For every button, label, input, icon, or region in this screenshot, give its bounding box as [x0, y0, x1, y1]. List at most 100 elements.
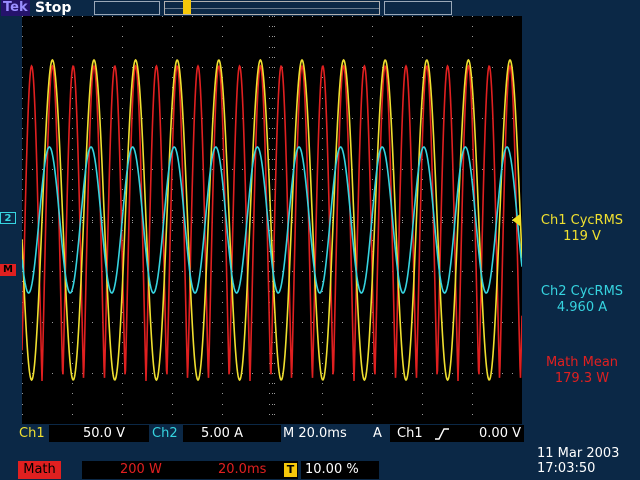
graticule-dot — [269, 26, 270, 27]
graticule-dot — [112, 169, 113, 170]
graticule-dot — [502, 322, 503, 323]
graticule-dot — [452, 217, 453, 218]
graticule-dot — [362, 16, 363, 17]
graticule-dot — [274, 169, 275, 170]
math-scale-box[interactable]: 200 W 20.0ms — [82, 461, 298, 479]
graticule-dot — [472, 342, 473, 343]
graticule-dot — [322, 159, 323, 160]
graticule-dot — [172, 312, 173, 313]
graticule-dot — [52, 16, 53, 17]
graticule-dot — [72, 383, 73, 384]
graticule-dot — [332, 271, 333, 272]
graticule-dot — [72, 353, 73, 354]
graticule-dot — [362, 220, 363, 221]
graticule-dot — [322, 302, 323, 303]
graticule-dot — [152, 16, 153, 17]
graticule-dot — [362, 67, 363, 68]
graticule-dot — [72, 281, 73, 282]
graticule-dot — [42, 16, 43, 17]
trigger-source: Ch1 — [397, 426, 423, 441]
graticule-dot — [352, 67, 353, 68]
graticule-dot — [492, 169, 493, 170]
graticule-dot — [269, 87, 270, 88]
graticule-dot — [274, 57, 275, 58]
math-ground-marker[interactable]: M — [0, 264, 16, 276]
graticule-dot — [312, 169, 313, 170]
graticule-dot — [412, 169, 413, 170]
graticule-dot — [492, 217, 493, 218]
graticule-dot — [272, 404, 273, 405]
graticule-dot — [172, 414, 173, 415]
graticule-dot — [192, 271, 193, 272]
graticule-dot — [212, 271, 213, 272]
ch2-ground-marker[interactable]: 2 — [0, 212, 16, 224]
graticule-dot — [402, 169, 403, 170]
ch2-scale-box[interactable]: 5.00 A — [183, 425, 281, 442]
graticule-dot — [272, 200, 273, 201]
graticule-dot — [232, 67, 233, 68]
graticule-dot — [202, 220, 203, 221]
graticule-dot — [392, 67, 393, 68]
graticule-dot — [322, 149, 323, 150]
graticule-dot — [52, 220, 53, 221]
graticule-dot — [372, 179, 373, 180]
ch1-scale-box[interactable]: 50.0 V — [49, 425, 149, 442]
graticule-dot — [42, 118, 43, 119]
graticule-dot — [322, 200, 323, 201]
graticule-dot — [172, 47, 173, 48]
graticule-dot — [42, 271, 43, 272]
graticule-dot — [222, 281, 223, 282]
trigger-position-box[interactable]: 10.00 % — [301, 461, 379, 479]
graticule-dot — [502, 373, 503, 374]
graticule-dot — [172, 322, 173, 323]
trigger-box[interactable]: Ch1 0.00 V — [390, 425, 524, 442]
trigger-level-marker[interactable] — [512, 214, 520, 226]
graticule-dot — [372, 159, 373, 160]
graticule-dot — [22, 57, 23, 58]
record-trigger-marker — [183, 0, 191, 14]
graticule-dot — [362, 118, 363, 119]
graticule-dot — [222, 67, 223, 68]
graticule-dot — [222, 302, 223, 303]
graticule-dot — [362, 169, 363, 170]
measurement-value: 179.3 W — [554, 371, 610, 386]
graticule-dot — [162, 271, 163, 272]
graticule-dot — [422, 271, 423, 272]
graticule-dot — [222, 393, 223, 394]
graticule-dot — [332, 118, 333, 119]
measurement-name: Ch1 CycRMS — [540, 213, 624, 228]
timebase[interactable]: M 20.0ms — [283, 425, 347, 442]
graticule-dot — [172, 57, 173, 58]
graticule-dot — [72, 169, 73, 170]
graticule-dot — [22, 87, 23, 88]
graticule-dot — [352, 373, 353, 374]
graticule-dot — [112, 322, 113, 323]
graticule-dot — [222, 217, 223, 218]
graticule-dot — [72, 222, 73, 223]
graticule-dot — [202, 217, 203, 218]
graticule-dot — [42, 67, 43, 68]
graticule-dot — [472, 353, 473, 354]
graticule-dot — [269, 220, 270, 221]
graticule-dot — [502, 118, 503, 119]
graticule-dot — [22, 108, 23, 109]
graticule-dot — [274, 26, 275, 27]
graticule-dot — [452, 118, 453, 119]
trigger-mode: A — [373, 426, 382, 441]
graticule-dot — [282, 169, 283, 170]
graticule-dot — [72, 261, 73, 262]
graticule-dot — [422, 47, 423, 48]
graticule-dot — [262, 322, 263, 323]
graticule-dot — [274, 414, 275, 415]
math-label[interactable]: Math — [18, 461, 61, 479]
graticule-dot — [372, 128, 373, 129]
graticule-dot — [472, 291, 473, 292]
graticule-dot — [182, 322, 183, 323]
graticule-dot — [222, 312, 223, 313]
graticule-dot — [112, 16, 113, 17]
graticule-dot — [412, 271, 413, 272]
graticule-dot — [382, 16, 383, 17]
graticule-dot — [322, 363, 323, 364]
graticule-dot — [152, 373, 153, 374]
graticule-dot — [422, 312, 423, 313]
